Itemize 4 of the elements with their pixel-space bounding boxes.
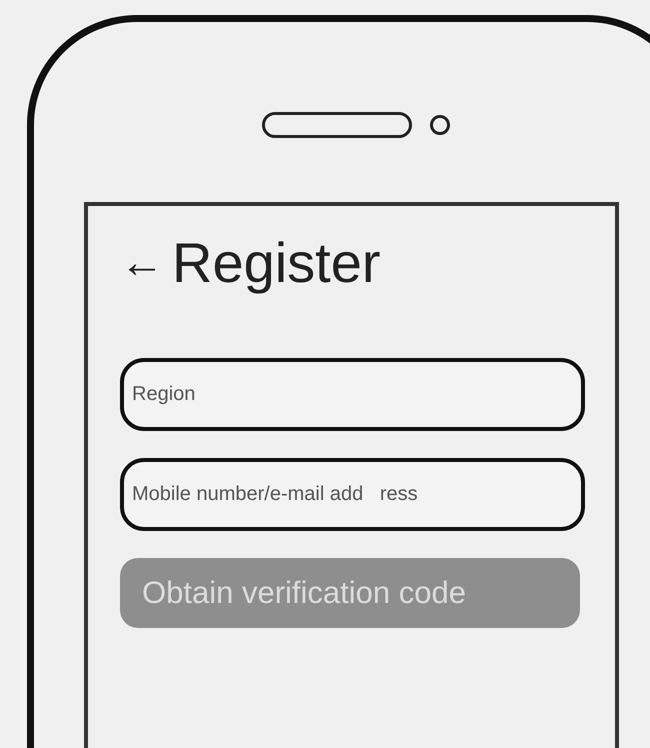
text-field[interactable]: Region bbox=[120, 358, 585, 431]
camera-icon bbox=[430, 115, 450, 135]
text-field[interactable]: Mobile number/e-mail add ress bbox=[120, 458, 585, 531]
back-button[interactable]: ← bbox=[120, 241, 164, 285]
